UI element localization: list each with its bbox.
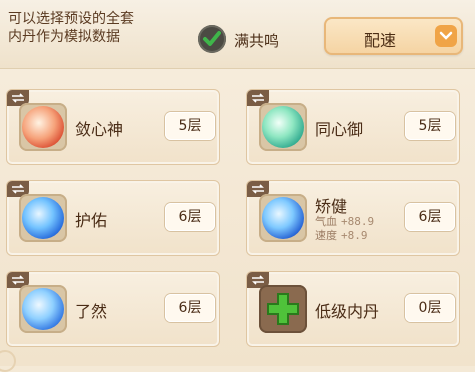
layer-selector[interactable]: 6层 <box>165 294 215 322</box>
checkmark-icon <box>203 31 221 46</box>
hint-line-1: 可以选择预设的全套 <box>8 11 134 27</box>
water-drop-orb-icon <box>259 194 307 242</box>
neidan-name: 护佑 <box>75 211 108 230</box>
full-resonance-checkbox[interactable] <box>198 25 226 53</box>
neidan-simulator-panel: 可以选择预设的全套 内丹作为模拟数据 满共鸣 配速 敛心神 5层 同心御 5层 … <box>0 0 475 372</box>
decorative-swirl <box>0 350 16 372</box>
green-plus-icon <box>259 285 307 333</box>
preset-dropdown[interactable]: 配速 <box>324 17 463 55</box>
layer-selector[interactable]: 0层 <box>405 294 455 322</box>
neidan-card-3[interactable]: 护佑 6层 <box>6 180 220 256</box>
blue-guardian-orb-icon <box>19 194 67 242</box>
hint-line-2: 内丹作为模拟数据 <box>8 29 120 45</box>
neidan-name: 低级内丹 <box>315 302 380 321</box>
layer-selector[interactable]: 6层 <box>405 203 455 231</box>
neidan-name: 了然 <box>75 302 108 321</box>
header-bar: 可以选择预设的全套 内丹作为模拟数据 满共鸣 配速 <box>0 0 475 69</box>
speed-stat: 速度 +8.9 <box>315 227 368 243</box>
jade-shield-orb-icon <box>259 103 307 151</box>
layer-selector[interactable]: 5层 <box>405 112 455 140</box>
layer-selector[interactable]: 6层 <box>165 203 215 231</box>
neidan-name: 敛心神 <box>75 120 124 139</box>
full-resonance-label: 满共鸣 <box>234 32 280 50</box>
chevron-down-icon[interactable] <box>435 25 457 47</box>
neidan-card-6[interactable]: 低级内丹 0层 <box>246 271 460 347</box>
speed-stat-label: 速度 <box>315 229 337 242</box>
neidan-card-5[interactable]: 了然 6层 <box>6 271 220 347</box>
speed-stat-value: +8.9 <box>341 229 368 242</box>
blue-sage-orb-icon <box>19 285 67 333</box>
neidan-card-1[interactable]: 敛心神 5层 <box>6 89 220 165</box>
layer-selector[interactable]: 5层 <box>165 112 215 140</box>
neidan-name: 同心御 <box>315 120 364 139</box>
neidan-card-2[interactable]: 同心御 5层 <box>246 89 460 165</box>
fire-spirit-orb-icon <box>19 103 67 151</box>
neidan-card-4[interactable]: 矫健 气血 +88.9 速度 +8.9 6层 <box>246 180 460 256</box>
preset-dropdown-value: 配速 <box>364 31 397 50</box>
preset-hint-text: 可以选择预设的全套 内丹作为模拟数据 <box>8 10 168 46</box>
